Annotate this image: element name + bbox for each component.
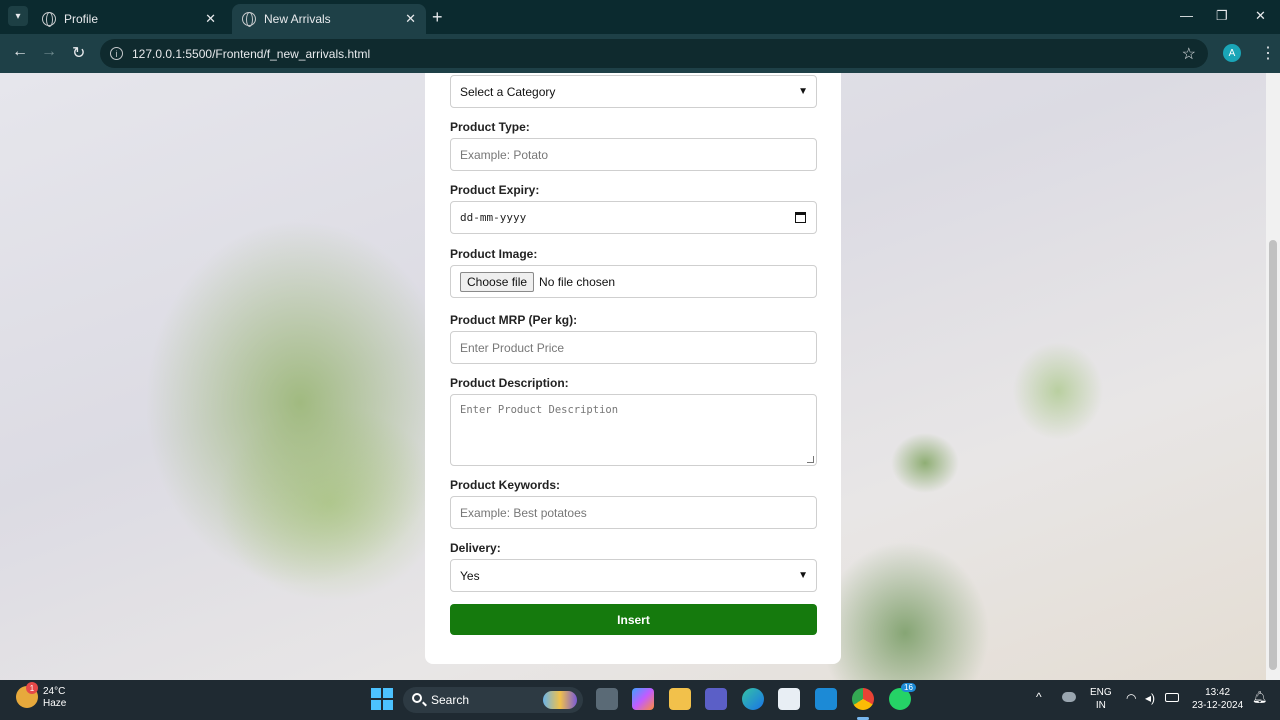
taskbar-search[interactable]: Search — [403, 687, 583, 713]
scrollbar-thumb[interactable] — [1269, 240, 1277, 670]
whatsapp-badge: 16 — [901, 683, 916, 692]
calendar-icon[interactable] — [795, 212, 806, 223]
globe-icon — [42, 12, 56, 27]
chevron-down-icon: ▼ — [798, 570, 808, 581]
insert-button[interactable]: Insert — [450, 604, 817, 635]
product-mrp-label: Product MRP (Per kg): — [450, 313, 578, 327]
taskbar: 1 24°C Haze Search 16 ^ ENG IN ◠ ◂) 13:4… — [0, 680, 1280, 720]
page-viewport: Select a Category ▼ Product Type: Exampl… — [0, 73, 1266, 680]
clock[interactable]: 13:42 23-12-2024 — [1192, 686, 1243, 712]
product-type-label: Product Type: — [450, 120, 530, 134]
forward-icon[interactable]: → — [41, 43, 57, 61]
chrome-icon[interactable] — [852, 688, 874, 710]
delivery-select-value: Yes — [460, 568, 480, 583]
weather-temp: 24°C — [43, 686, 66, 697]
tab-profile[interactable]: Profile ✕ — [32, 4, 226, 34]
placeholder: Enter Product Price — [460, 340, 565, 355]
copilot-icon[interactable] — [632, 688, 654, 710]
chevron-down-icon: ▼ — [798, 86, 808, 97]
product-image-label: Product Image: — [450, 247, 538, 261]
store-icon[interactable] — [778, 688, 800, 710]
notification-badge: 1 — [26, 682, 38, 694]
language-code: ENG — [1090, 687, 1112, 698]
new-tab-button[interactable]: + — [432, 7, 443, 28]
product-expiry-label: Product Expiry: — [450, 183, 540, 197]
address-bar[interactable]: i 127.0.0.1:5500/Frontend/f_new_arrivals… — [100, 39, 1208, 68]
delivery-select[interactable]: Yes ▼ — [450, 559, 817, 592]
category-select-value: Select a Category — [460, 84, 556, 99]
placeholder: Enter Product Description — [460, 404, 619, 416]
battery-icon[interactable] — [1165, 693, 1179, 702]
tab-new-arrivals[interactable]: New Arrivals ✕ — [232, 4, 426, 34]
url-text: 127.0.0.1:5500/Frontend/f_new_arrivals.h… — [132, 46, 371, 61]
maximize-button[interactable]: ❐ — [1216, 8, 1228, 24]
page-scrollbar[interactable] — [1266, 73, 1280, 680]
menu-icon[interactable]: ⋮ — [1260, 43, 1276, 63]
clock-date: 23-12-2024 — [1192, 700, 1244, 711]
product-image-input: Choose file No file chosen — [450, 265, 817, 298]
back-icon[interactable]: ← — [12, 43, 28, 61]
info-icon[interactable]: i — [110, 47, 123, 60]
whatsapp-icon[interactable]: 16 — [889, 683, 916, 710]
clock-time: 13:42 — [1205, 687, 1231, 698]
product-expiry-input[interactable]: dd-mm-yyyy — [450, 201, 817, 234]
file-explorer-icon[interactable] — [669, 688, 691, 710]
vscode-icon[interactable] — [815, 688, 837, 710]
onedrive-icon[interactable] — [1062, 692, 1076, 702]
teams-icon[interactable] — [705, 688, 727, 710]
tab-label: New Arrivals — [264, 12, 331, 26]
search-label: Search — [431, 693, 470, 707]
search-icon — [412, 693, 422, 703]
choose-file-button[interactable]: Choose file — [460, 271, 535, 292]
weather-icon: 1 — [16, 682, 38, 708]
new-arrival-form: Select a Category ▼ Product Type: Exampl… — [425, 73, 841, 664]
show-hidden-icons[interactable]: ^ — [1036, 691, 1042, 704]
notification-bell-icon[interactable]: 🔔︎ — [1252, 691, 1267, 704]
edge-icon[interactable] — [742, 688, 764, 710]
date-placeholder: dd-mm-yyyy — [460, 211, 527, 224]
close-icon[interactable]: ✕ — [205, 11, 216, 27]
wifi-icon[interactable]: ◠ — [1126, 692, 1136, 705]
product-description-label: Product Description: — [450, 376, 569, 390]
product-keywords-label: Product Keywords: — [450, 478, 561, 492]
tab-label: Profile — [64, 12, 99, 26]
search-highlight-icon — [543, 691, 577, 709]
volume-icon[interactable]: ◂) — [1145, 692, 1155, 705]
language-indicator[interactable]: ENG IN — [1090, 686, 1112, 712]
close-icon[interactable]: ✕ — [405, 11, 416, 27]
no-file-text: No file chosen — [539, 274, 616, 289]
product-description-textarea[interactable]: Enter Product Description — [450, 394, 817, 466]
reload-icon[interactable]: ↻ — [72, 43, 85, 63]
tab-strip: ▾ Profile ✕ New Arrivals ✕ + — ❐ ✕ — [0, 0, 1280, 34]
minimize-button[interactable]: — — [1180, 8, 1193, 23]
bookmark-star-icon[interactable]: ☆ — [1182, 44, 1196, 64]
profile-avatar[interactable]: A — [1223, 44, 1241, 62]
start-button[interactable] — [371, 688, 393, 710]
weather-desc: Haze — [43, 698, 67, 709]
tab-search-button[interactable]: ▾ — [8, 6, 28, 26]
category-select[interactable]: Select a Category ▼ — [450, 75, 817, 108]
product-mrp-input[interactable]: Enter Product Price — [450, 331, 817, 364]
region-code: IN — [1095, 700, 1106, 711]
task-view-icon[interactable] — [596, 688, 618, 710]
product-type-input[interactable]: Example: Potato — [450, 138, 817, 171]
placeholder: Example: Best potatoes — [460, 505, 587, 520]
delivery-label: Delivery: — [450, 541, 501, 555]
close-window-button[interactable]: ✕ — [1255, 8, 1266, 24]
browser-toolbar: ← → ↻ i 127.0.0.1:5500/Frontend/f_new_ar… — [0, 34, 1280, 73]
weather-widget[interactable]: 1 24°C Haze — [16, 682, 67, 710]
globe-icon — [242, 12, 256, 27]
placeholder: Example: Potato — [460, 147, 549, 162]
resize-grip-icon[interactable] — [807, 456, 814, 463]
product-keywords-input[interactable]: Example: Best potatoes — [450, 496, 817, 529]
